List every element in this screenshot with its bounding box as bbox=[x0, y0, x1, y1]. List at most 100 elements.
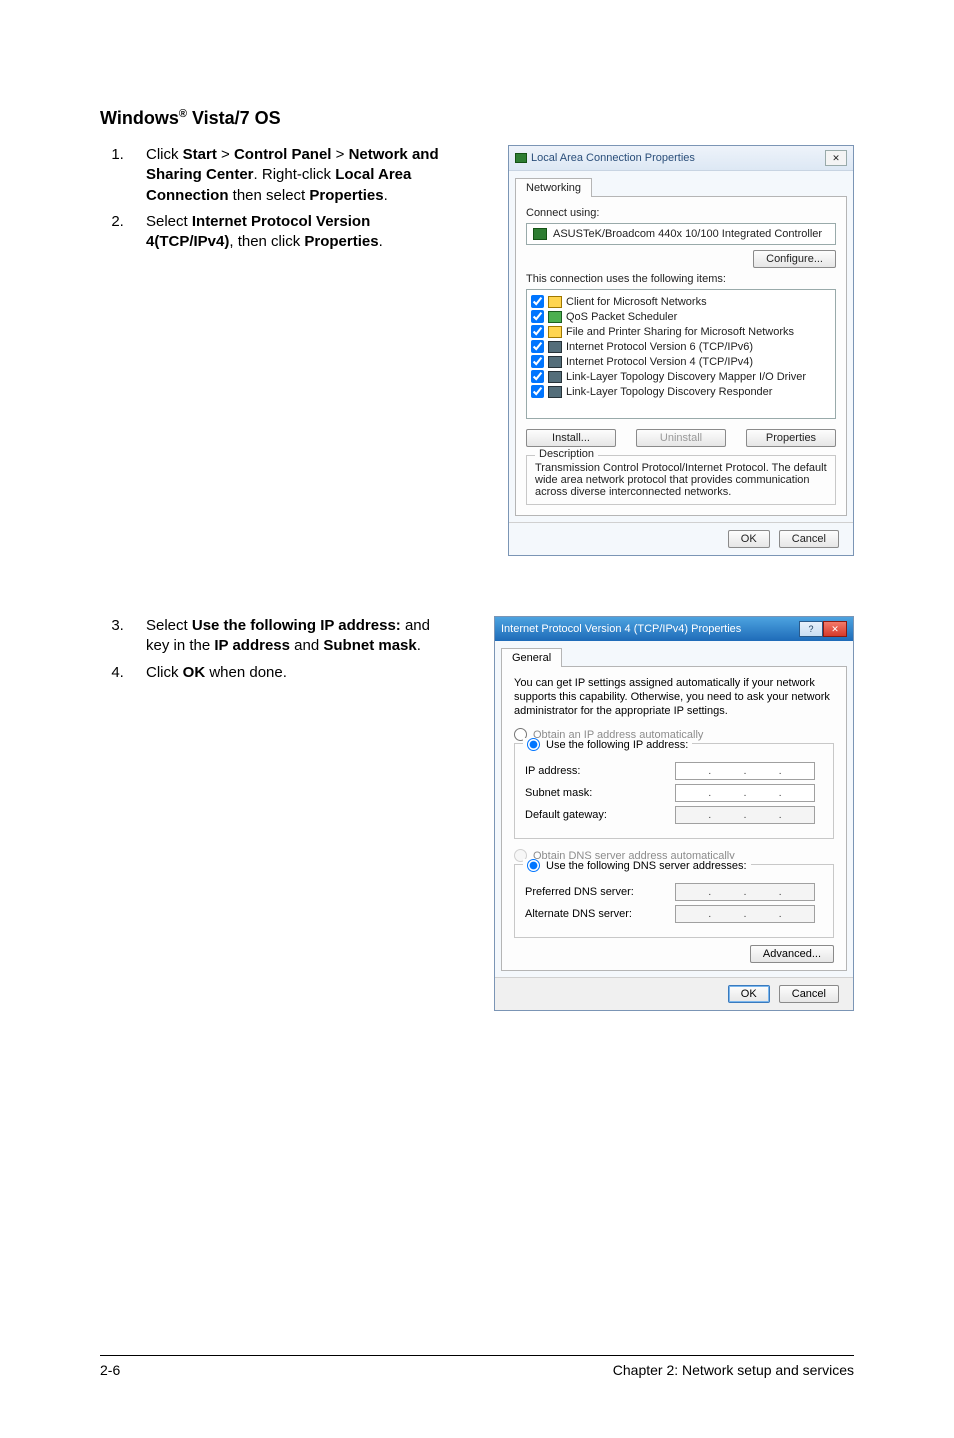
chapter-title: Chapter 2: Network setup and services bbox=[613, 1362, 854, 1378]
connect-using-label: Connect using: bbox=[526, 207, 836, 219]
cancel-button[interactable]: Cancel bbox=[779, 530, 839, 548]
t: > bbox=[331, 146, 348, 163]
lan-properties-dialog: Local Area Connection Properties ✕ Netwo… bbox=[508, 145, 854, 556]
advanced-button[interactable]: Advanced... bbox=[750, 945, 834, 963]
list-item[interactable]: Internet Protocol Version 4 (TCP/IPv4) bbox=[529, 354, 833, 369]
t: Select bbox=[146, 617, 192, 634]
connection-items-list[interactable]: Client for Microsoft Networks QoS Packet… bbox=[526, 289, 836, 419]
t: , then click bbox=[229, 233, 304, 250]
help-icon[interactable]: ? bbox=[799, 621, 823, 637]
step-2: Select Internet Protocol Version 4(TCP/I… bbox=[128, 212, 440, 253]
dlg1-title: Local Area Connection Properties bbox=[531, 152, 695, 164]
t: Control Panel bbox=[234, 146, 332, 163]
instructions-col-a: Click Start > Control Panel > Network an… bbox=[100, 145, 440, 556]
properties-button[interactable]: Properties bbox=[746, 429, 836, 447]
items-label: This connection uses the following items… bbox=[526, 273, 836, 285]
close-icon[interactable]: ✕ bbox=[823, 621, 847, 637]
item-label: File and Printer Sharing for Microsoft N… bbox=[566, 326, 794, 338]
pdns-input[interactable]: ... bbox=[675, 883, 815, 901]
item-check[interactable] bbox=[531, 325, 544, 338]
ip-label: IP address: bbox=[525, 765, 675, 777]
t: and bbox=[290, 637, 323, 654]
adapter-box[interactable]: ASUSTeK/Broadcom 440x 10/100 Integrated … bbox=[526, 223, 836, 245]
item-label: Client for Microsoft Networks bbox=[566, 296, 707, 308]
mask-label: Subnet mask: bbox=[525, 787, 675, 799]
list-item[interactable]: Link-Layer Topology Discovery Mapper I/O… bbox=[529, 369, 833, 384]
fileshare-icon bbox=[548, 326, 562, 338]
list-item[interactable]: File and Printer Sharing for Microsoft N… bbox=[529, 324, 833, 339]
configure-button[interactable]: Configure... bbox=[753, 250, 836, 268]
page-footer: 2-6 Chapter 2: Network setup and service… bbox=[100, 1355, 854, 1378]
t: . bbox=[417, 637, 421, 654]
adapter-name: ASUSTeK/Broadcom 440x 10/100 Integrated … bbox=[553, 228, 822, 240]
item-label: Link-Layer Topology Discovery Responder bbox=[566, 386, 772, 398]
t: OK bbox=[183, 664, 206, 681]
item-label: QoS Packet Scheduler bbox=[566, 311, 677, 323]
mask-input[interactable]: ... bbox=[675, 784, 815, 802]
adns-label: Alternate DNS server: bbox=[525, 908, 675, 920]
item-check[interactable] bbox=[531, 355, 544, 368]
t: > bbox=[217, 146, 234, 163]
tab-general[interactable]: General bbox=[501, 648, 562, 667]
ip-group: Use the following IP address: IP address… bbox=[514, 743, 834, 839]
instructions-col-b: Select Use the following IP address: and… bbox=[100, 616, 440, 1011]
t: Click bbox=[146, 146, 183, 163]
item-check[interactable] bbox=[531, 310, 544, 323]
ok-button[interactable]: OK bbox=[728, 985, 770, 1003]
pdns-label: Preferred DNS server: bbox=[525, 886, 675, 898]
radio-use-dns-label: Use the following DNS server addresses: bbox=[546, 860, 747, 872]
t: . bbox=[379, 233, 383, 250]
tab-networking[interactable]: Networking bbox=[515, 178, 592, 197]
adapter-icon bbox=[533, 228, 547, 240]
t: Click bbox=[146, 664, 183, 681]
ipv4-properties-dialog: Internet Protocol Version 4 (TCP/IPv4) P… bbox=[494, 616, 854, 1011]
item-check[interactable] bbox=[531, 370, 544, 383]
item-check[interactable] bbox=[531, 295, 544, 308]
step-1: Click Start > Control Panel > Network an… bbox=[128, 145, 440, 206]
step-4: Click OK when done. bbox=[128, 663, 440, 683]
list-item[interactable]: Client for Microsoft Networks bbox=[529, 294, 833, 309]
heading-suffix: Vista/7 OS bbox=[187, 108, 281, 128]
description-box: Description Transmission Control Protoco… bbox=[526, 455, 836, 505]
dlg2-title: Internet Protocol Version 4 (TCP/IPv4) P… bbox=[501, 623, 741, 635]
protocol-icon bbox=[548, 371, 562, 383]
list-item[interactable]: Internet Protocol Version 6 (TCP/IPv6) bbox=[529, 339, 833, 354]
protocol-icon bbox=[548, 356, 562, 368]
t: Properties bbox=[309, 187, 383, 204]
heading-reg: ® bbox=[179, 108, 187, 120]
t: Select bbox=[146, 213, 192, 230]
item-check[interactable] bbox=[531, 340, 544, 353]
client-icon bbox=[548, 296, 562, 308]
adns-input[interactable]: ... bbox=[675, 905, 815, 923]
section-heading: Windows® Vista/7 OS bbox=[100, 108, 854, 129]
step-3: Select Use the following IP address: and… bbox=[128, 616, 440, 657]
t: Properties bbox=[304, 233, 378, 250]
install-button[interactable]: Install... bbox=[526, 429, 616, 447]
item-label: Internet Protocol Version 6 (TCP/IPv6) bbox=[566, 341, 753, 353]
gw-label: Default gateway: bbox=[525, 809, 675, 821]
t: Subnet mask bbox=[323, 637, 416, 654]
radio-use-dns-input[interactable] bbox=[527, 859, 540, 872]
uninstall-button: Uninstall bbox=[636, 429, 726, 447]
gw-input[interactable]: ... bbox=[675, 806, 815, 824]
intro-text: You can get IP settings assigned automat… bbox=[514, 677, 834, 718]
dlg2-titlebar[interactable]: Internet Protocol Version 4 (TCP/IPv4) P… bbox=[495, 617, 853, 641]
close-icon[interactable]: ✕ bbox=[825, 150, 847, 166]
list-item[interactable]: Link-Layer Topology Discovery Responder bbox=[529, 384, 833, 399]
description-text: Transmission Control Protocol/Internet P… bbox=[535, 462, 827, 498]
item-check[interactable] bbox=[531, 385, 544, 398]
t: . bbox=[384, 187, 388, 204]
dlg1-titlebar[interactable]: Local Area Connection Properties ✕ bbox=[509, 146, 853, 171]
page-number: 2-6 bbox=[100, 1362, 120, 1378]
t: . Right-click bbox=[254, 166, 336, 183]
cancel-button[interactable]: Cancel bbox=[779, 985, 839, 1003]
heading-prefix: Windows bbox=[100, 108, 179, 128]
protocol-icon bbox=[548, 341, 562, 353]
protocol-icon bbox=[548, 386, 562, 398]
list-item[interactable]: QoS Packet Scheduler bbox=[529, 309, 833, 324]
ok-button[interactable]: OK bbox=[728, 530, 770, 548]
t: Use the following IP address: bbox=[192, 617, 401, 634]
ip-input[interactable]: ... bbox=[675, 762, 815, 780]
t: then select bbox=[229, 187, 310, 204]
radio-use-ip-input[interactable] bbox=[527, 738, 540, 751]
